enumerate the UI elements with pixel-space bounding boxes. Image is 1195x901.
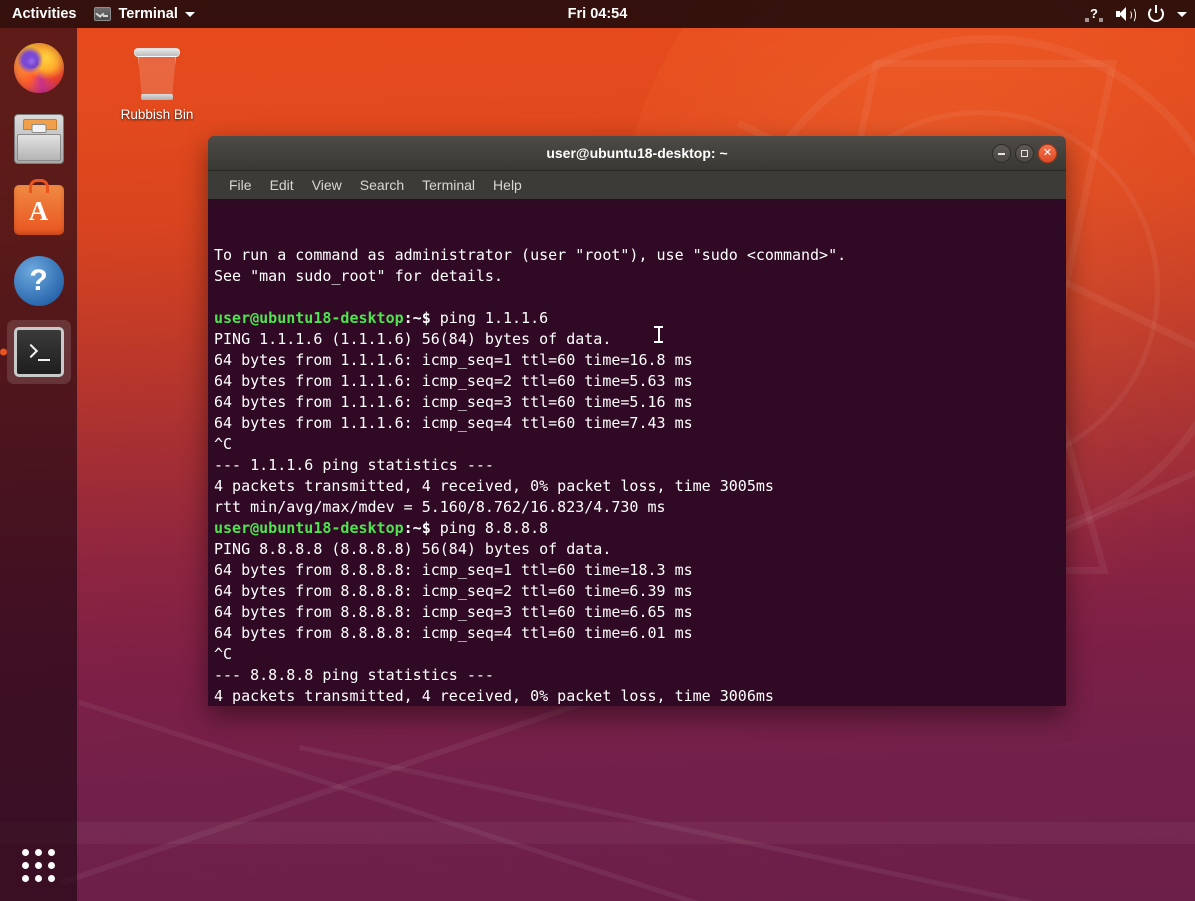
network-unknown-icon[interactable]: ? — [1085, 6, 1103, 22]
maximize-button[interactable] — [1015, 144, 1034, 163]
terminal-command: ping 8.8.8.8 — [431, 519, 548, 537]
minimize-button[interactable] — [992, 144, 1011, 163]
show-applications-button[interactable] — [0, 829, 77, 901]
menu-item-view[interactable]: View — [303, 171, 351, 199]
files-icon — [14, 114, 64, 164]
terminal-line: ^C — [214, 434, 1060, 455]
desktop-icon-rubbish-bin[interactable]: Rubbish Bin — [113, 48, 201, 122]
ubuntu-software-icon: A — [14, 185, 64, 235]
dock-items: A ? — [0, 28, 77, 384]
terminal-line: user@ubuntu18-desktop:~$ ping 8.8.8.8 — [214, 518, 1060, 539]
terminal-line: rtt min/avg/max/mdev = 5.160/8.762/16.82… — [214, 497, 1060, 518]
dock-item-terminal[interactable] — [7, 320, 71, 384]
terminal-prompt-path: :~$ — [404, 519, 431, 537]
dock-item-help[interactable]: ? — [7, 249, 71, 313]
terminal-command: ping 1.1.1.6 — [431, 309, 548, 327]
terminal-line: ^C — [214, 644, 1060, 665]
terminal-line: 64 bytes from 1.1.1.6: icmp_seq=2 ttl=60… — [214, 371, 1060, 392]
volume-speaker-icon[interactable] — [1116, 6, 1135, 22]
terminal-line: user@ubuntu18-desktop:~$ ping 1.1.1.6 — [214, 308, 1060, 329]
menu-bar: FileEditViewSearchTerminalHelp — [208, 171, 1066, 199]
terminal-output[interactable]: To run a command as administrator (user … — [208, 199, 1066, 706]
power-icon[interactable] — [1148, 6, 1164, 22]
app-grid-icon — [22, 849, 55, 882]
terminal-line: 64 bytes from 8.8.8.8: icmp_seq=2 ttl=60… — [214, 581, 1060, 602]
terminal-prompt-user: user@ubuntu18-desktop — [214, 519, 404, 537]
app-menu-label: Terminal — [118, 6, 177, 22]
terminal-prompt-path: :~$ — [404, 309, 431, 327]
terminal-line: 64 bytes from 8.8.8.8: icmp_seq=1 ttl=60… — [214, 560, 1060, 581]
dock: A ? — [0, 28, 77, 901]
terminal-line: PING 8.8.8.8 (8.8.8.8) 56(84) bytes of d… — [214, 539, 1060, 560]
terminal-line: --- 1.1.1.6 ping statistics --- — [214, 455, 1060, 476]
software-letter: A — [14, 185, 64, 235]
activities-button[interactable]: Activities — [0, 0, 86, 28]
dock-item-files[interactable] — [7, 107, 71, 171]
terminal-icon — [94, 7, 111, 21]
terminal-line: 4 packets transmitted, 4 received, 0% pa… — [214, 686, 1060, 706]
window-title: user@ubuntu18-desktop: ~ — [546, 145, 727, 161]
app-menu-button[interactable]: Terminal — [86, 0, 202, 28]
menu-item-terminal[interactable]: Terminal — [413, 171, 484, 199]
terminal-line: 64 bytes from 8.8.8.8: icmp_seq=4 ttl=60… — [214, 623, 1060, 644]
terminal-line: --- 8.8.8.8 ping statistics --- — [214, 665, 1060, 686]
terminal-window: user@ubuntu18-desktop: ~ ✕ FileEditViewS… — [208, 136, 1066, 706]
window-titlebar[interactable]: user@ubuntu18-desktop: ~ ✕ — [208, 136, 1066, 171]
dock-item-firefox[interactable] — [7, 36, 71, 100]
terminal-line: 64 bytes from 1.1.1.6: icmp_seq=4 ttl=60… — [214, 413, 1060, 434]
terminal-line: 64 bytes from 1.1.1.6: icmp_seq=1 ttl=60… — [214, 350, 1060, 371]
close-button[interactable]: ✕ — [1038, 144, 1057, 163]
menu-item-search[interactable]: Search — [351, 171, 413, 199]
terminal-line: See "man sudo_root" for details. — [214, 266, 1060, 287]
terminal-line: 64 bytes from 1.1.1.6: icmp_seq=3 ttl=60… — [214, 392, 1060, 413]
help-icon: ? — [14, 256, 64, 306]
system-tray: ? — [1085, 6, 1187, 22]
terminal-line: PING 1.1.1.6 (1.1.1.6) 56(84) bytes of d… — [214, 329, 1060, 350]
desktop-icon-label: Rubbish Bin — [113, 107, 201, 122]
desktop-screen: Activities Terminal Fri 04:54 ? — [0, 0, 1195, 901]
network-question-glyph: ? — [1085, 6, 1103, 22]
terminal-icon — [14, 327, 64, 377]
terminal-line: 4 packets transmitted, 4 received, 0% pa… — [214, 476, 1060, 497]
wallpaper-line-4 — [78, 700, 745, 901]
tray-chevron-down-icon[interactable] — [1177, 12, 1187, 17]
top-bar: Activities Terminal Fri 04:54 ? — [0, 0, 1195, 28]
terminal-line: To run a command as administrator (user … — [214, 245, 1060, 266]
menu-item-edit[interactable]: Edit — [261, 171, 303, 199]
trash-bin-icon — [134, 48, 180, 102]
chevron-down-icon — [185, 12, 195, 17]
terminal-line: 64 bytes from 8.8.8.8: icmp_seq=3 ttl=60… — [214, 602, 1060, 623]
firefox-icon — [14, 43, 64, 93]
dock-item-ubuntu-software[interactable]: A — [7, 178, 71, 242]
terminal-line — [214, 287, 1060, 308]
window-controls: ✕ — [992, 144, 1057, 163]
wallpaper-band — [0, 822, 1195, 844]
menu-item-help[interactable]: Help — [484, 171, 531, 199]
menu-item-file[interactable]: File — [220, 171, 261, 199]
terminal-prompt-user: user@ubuntu18-desktop — [214, 309, 404, 327]
